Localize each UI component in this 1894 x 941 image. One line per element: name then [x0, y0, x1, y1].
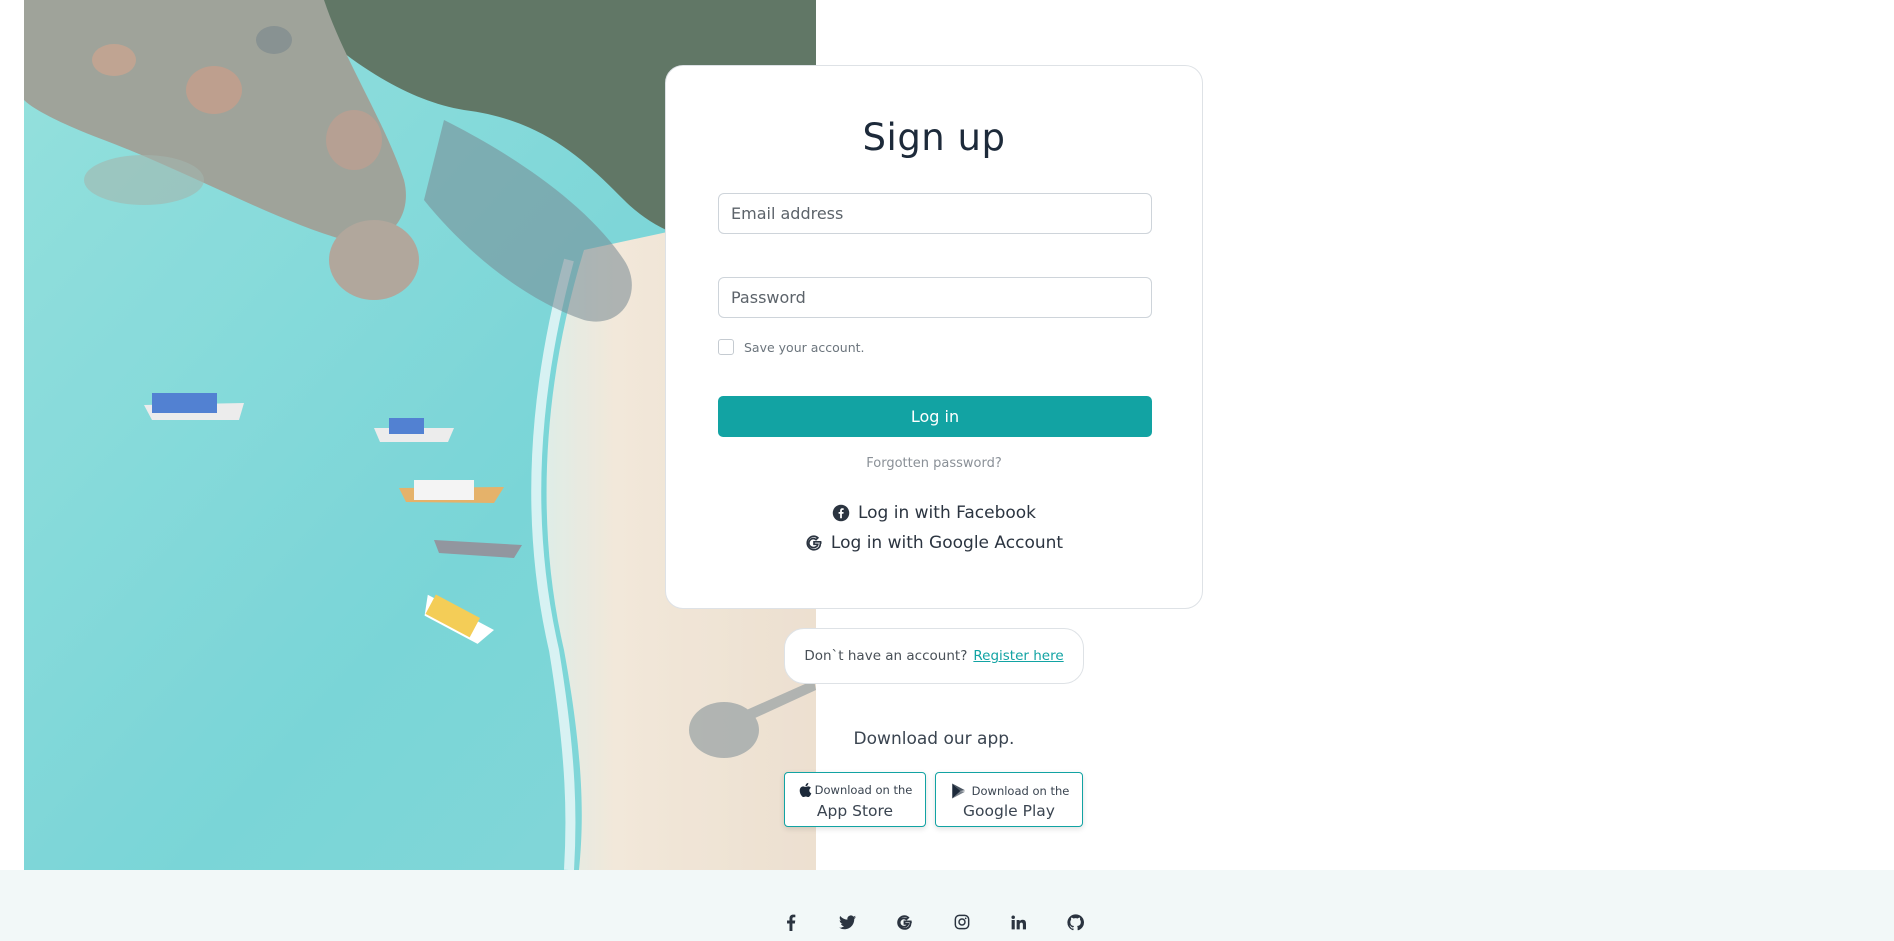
forgot-password-link[interactable]: Forgotten password?: [666, 456, 1202, 471]
download-title: Download our app.: [853, 729, 1015, 749]
app-store-small-label: Download on the: [814, 783, 913, 797]
register-text: Don`t have an account?: [804, 648, 968, 664]
remember-label: Save your account.: [744, 339, 865, 355]
remember-checkbox[interactable]: [718, 339, 734, 355]
facebook-login-label: Log in with Facebook: [857, 503, 1037, 523]
linkedin-icon[interactable]: [1010, 913, 1028, 931]
apple-icon: [798, 782, 812, 798]
password-field[interactable]: [718, 277, 1152, 318]
google-login-link[interactable]: Log in with Google Account: [805, 533, 1063, 553]
remember-account: Save your account.: [718, 339, 865, 355]
page-title: Sign up: [862, 116, 1006, 159]
signup-card: Sign up Save your account. Log in Forgot…: [665, 65, 1203, 609]
login-button[interactable]: Log in: [718, 396, 1152, 437]
email-field[interactable]: [718, 193, 1152, 234]
facebook-login-link[interactable]: Log in with Facebook: [832, 503, 1036, 523]
twitter-icon[interactable]: [839, 913, 857, 931]
footer: [0, 870, 1894, 941]
facebook-icon[interactable]: [782, 913, 800, 931]
google-play-label: Google Play: [963, 802, 1055, 820]
instagram-icon[interactable]: [953, 913, 971, 931]
register-link[interactable]: Register here: [973, 648, 1063, 664]
google-login-label: Log in with Google Account: [830, 533, 1064, 553]
google-login: Log in with Google Account: [666, 533, 1202, 557]
google-icon: [805, 534, 823, 552]
google-icon[interactable]: [896, 913, 914, 931]
github-icon[interactable]: [1067, 913, 1085, 931]
register-prompt: Don`t have an account? Register here: [784, 628, 1084, 684]
facebook-icon: [832, 504, 850, 522]
google-play-small-label: Download on the: [971, 784, 1070, 798]
google-play-icon: [949, 782, 969, 800]
social-links: [0, 913, 1880, 931]
app-store-button[interactable]: Download on the App Store: [784, 772, 926, 827]
facebook-login: Log in with Facebook: [666, 503, 1202, 527]
app-store-label: App Store: [816, 802, 894, 820]
google-play-button[interactable]: Download on the Google Play: [935, 772, 1083, 827]
